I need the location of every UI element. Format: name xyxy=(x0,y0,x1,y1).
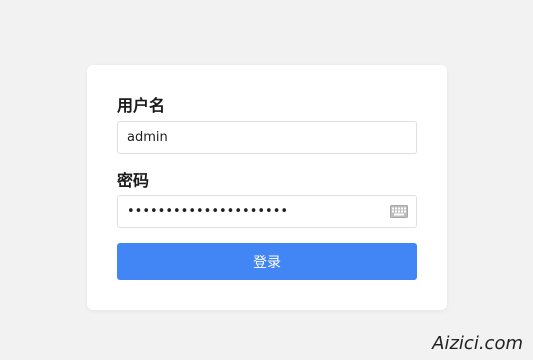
keyboard-icon[interactable] xyxy=(390,205,408,218)
username-label: 用户名 xyxy=(117,96,166,115)
login-button[interactable]: 登录 xyxy=(117,243,417,280)
password-label: 密码 xyxy=(117,171,150,190)
password-field-box[interactable] xyxy=(117,195,417,228)
watermark-text: Aizici.com xyxy=(432,333,523,354)
login-card: 用户名 密码 登录 xyxy=(87,65,447,310)
username-input[interactable] xyxy=(118,122,416,153)
login-page: 用户名 密码 登录 Aizici.com xyxy=(0,0,533,360)
password-input[interactable] xyxy=(118,196,416,227)
username-field-box[interactable] xyxy=(117,121,417,154)
